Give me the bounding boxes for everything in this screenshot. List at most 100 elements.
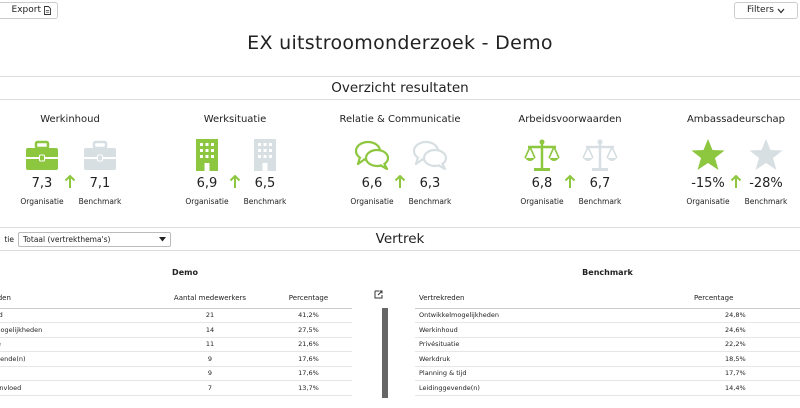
table-row: raak & invloed713,7% bbox=[0, 380, 352, 396]
star-icon bbox=[749, 139, 783, 170]
metric-bench-column: 6,7 Benchmark bbox=[570, 138, 630, 206]
top-bar: Export Filters bbox=[0, 0, 800, 22]
metric-bench-column: 6,5 Benchmark bbox=[235, 138, 295, 206]
export-label: Export bbox=[11, 5, 41, 15]
cell-reason: dinggevende(n) bbox=[0, 351, 155, 367]
cell-reason: rkinhoud bbox=[0, 308, 155, 323]
org-value: 7,3 bbox=[31, 176, 53, 191]
scale-icon bbox=[524, 139, 560, 171]
cell-reason: Privésituatie bbox=[415, 337, 690, 352]
cell-reason: rsituatie bbox=[0, 337, 155, 352]
table-row: rkinhoud2141,2% bbox=[0, 308, 352, 323]
metric-title: Werksituatie bbox=[203, 114, 267, 125]
theme-select[interactable]: Totaal (vertrekthema's) bbox=[18, 231, 171, 247]
filters-label: Filters bbox=[747, 5, 774, 15]
briefcase-icon bbox=[84, 140, 116, 170]
column-header[interactable]: rtrekreden bbox=[0, 288, 155, 309]
cell-count: 21 bbox=[155, 308, 265, 323]
cell-reason: Werkinhoud bbox=[415, 322, 690, 338]
bench-value: 6,3 bbox=[419, 176, 441, 191]
cell-count: 7 bbox=[155, 380, 265, 396]
cell-percentage: 22,2% bbox=[690, 337, 800, 352]
table-row: wikkelmogelijkheden1427,5% bbox=[0, 322, 352, 338]
cell-reason: wikkelmogelijkheden bbox=[0, 322, 155, 338]
filters-button[interactable]: Filters bbox=[734, 2, 798, 19]
bench-label: Benchmark bbox=[578, 197, 622, 206]
metric-org-column: -15% Organisatie bbox=[678, 138, 738, 206]
column-header[interactable]: Vertrekreden bbox=[415, 288, 690, 309]
metric-org-column: 7,3 Organisatie bbox=[12, 138, 72, 206]
bench-label: Benchmark bbox=[408, 197, 452, 206]
cell-reason: kdruk bbox=[0, 366, 155, 381]
demo-table: rtrekreden Aantal medewerkers Percentage… bbox=[0, 288, 352, 396]
column-header[interactable]: Percentage bbox=[690, 288, 800, 309]
table-header-row: rtrekreden Aantal medewerkers Percentage bbox=[0, 288, 352, 309]
cell-count: 9 bbox=[155, 351, 265, 367]
bench-value: 6,7 bbox=[589, 176, 611, 191]
metric-title: Arbeidsvoorwaarden bbox=[518, 114, 622, 125]
cell-percentage: 21,6% bbox=[265, 337, 352, 352]
org-value: 6,6 bbox=[361, 176, 383, 191]
cell-percentage: 27,5% bbox=[265, 322, 352, 338]
table-row: rsituatie1121,6% bbox=[0, 337, 352, 352]
org-label: Organisatie bbox=[520, 197, 564, 206]
org-label: Organisatie bbox=[350, 197, 394, 206]
cell-percentage: 17,7% bbox=[690, 366, 800, 381]
cell-percentage: 18,5% bbox=[690, 351, 800, 367]
building-icon bbox=[196, 139, 218, 171]
org-label: Organisatie bbox=[686, 197, 730, 206]
bench-value: 7,1 bbox=[89, 176, 111, 191]
cell-percentage: 24,6% bbox=[690, 322, 800, 338]
page-title: EX uitstroomonderzoek - Demo bbox=[247, 32, 553, 54]
briefcase-icon bbox=[26, 140, 58, 170]
org-label: Organisatie bbox=[185, 197, 229, 206]
overview-heading: Overzicht resultaten bbox=[0, 76, 800, 100]
chat-icon bbox=[354, 140, 390, 171]
caret-down-icon bbox=[159, 236, 166, 241]
metric-bench-column: 6,3 Benchmark bbox=[400, 138, 460, 206]
metric-bench-column: 7,1 Benchmark bbox=[70, 138, 130, 206]
metric-org-column: 6,8 Organisatie bbox=[512, 138, 572, 206]
bench-label: Benchmark bbox=[744, 197, 788, 206]
column-header[interactable]: Aantal medewerkers bbox=[155, 288, 265, 309]
table-row: Ontwikkelmogelijkheden 24,8% bbox=[415, 308, 800, 323]
bench-label: Benchmark bbox=[243, 197, 287, 206]
cell-percentage: 14,4% bbox=[690, 380, 800, 396]
org-value: 6,9 bbox=[196, 176, 218, 191]
table-row: Werkdruk 18,5% bbox=[415, 351, 800, 367]
metric-bench-column: -28% Benchmark bbox=[736, 138, 796, 206]
org-value: 6,8 bbox=[531, 176, 553, 191]
select-label: tie bbox=[4, 234, 14, 244]
cell-percentage: 24,8% bbox=[690, 308, 800, 323]
cell-count: 14 bbox=[155, 322, 265, 338]
export-button[interactable]: Export bbox=[0, 2, 58, 19]
column-header[interactable]: Percentage bbox=[265, 288, 352, 309]
metric-title: Ambassadeurschap bbox=[686, 114, 786, 125]
metric-org-column: 6,6 Organisatie bbox=[342, 138, 402, 206]
cell-reason: Ontwikkelmogelijkheden bbox=[415, 308, 690, 323]
table-scrollbar[interactable] bbox=[382, 308, 388, 398]
table-row: Werkinhoud 24,6% bbox=[415, 322, 800, 338]
bench-value: -28% bbox=[749, 176, 783, 191]
table-row: Planning & tijd 17,7% bbox=[415, 366, 800, 381]
benchmark-panel: Benchmark Vertrekreden Percentage Ontwik… bbox=[415, 262, 800, 408]
cell-percentage: 17,6% bbox=[265, 351, 352, 367]
table-row: Privésituatie 22,2% bbox=[415, 337, 800, 352]
cell-count: 9 bbox=[155, 366, 265, 381]
scale-icon bbox=[582, 139, 618, 171]
demo-table-title: Demo bbox=[172, 268, 198, 277]
benchmark-table-title: Benchmark bbox=[582, 268, 633, 277]
metric-title: Relatie & Communicatie bbox=[339, 114, 461, 125]
table-row: Leidinggevende(n) 14,4% bbox=[415, 380, 800, 396]
benchmark-table: Vertrekreden Percentage Ontwikkelmogelij… bbox=[415, 288, 800, 396]
table-row: dinggevende(n)917,6% bbox=[0, 351, 352, 367]
metric-title: Werkinhoud bbox=[40, 114, 100, 125]
cell-percentage: 41,2% bbox=[265, 308, 352, 323]
cell-reason: Planning & tijd bbox=[415, 366, 690, 381]
table-row: kdruk917,6% bbox=[0, 366, 352, 381]
cell-percentage: 17,6% bbox=[265, 366, 352, 381]
table-export-icon[interactable] bbox=[374, 290, 383, 299]
org-value: -15% bbox=[691, 176, 725, 191]
metric-org-column: 6,9 Organisatie bbox=[177, 138, 237, 206]
table-header-row: Vertrekreden Percentage bbox=[415, 288, 800, 309]
